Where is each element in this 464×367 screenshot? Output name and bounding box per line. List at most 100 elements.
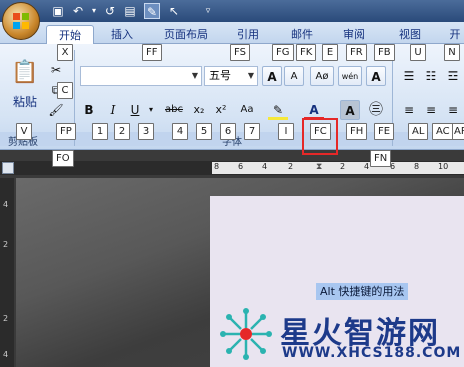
grow-font-button[interactable]: A bbox=[262, 66, 282, 86]
vertical-ruler[interactable]: 4 2 2 4 bbox=[0, 178, 14, 367]
tab-mailings[interactable]: 邮件 bbox=[284, 25, 320, 44]
keytip-i[interactable]: I bbox=[278, 123, 294, 140]
keytip-u[interactable]: U bbox=[410, 44, 426, 61]
phonetic-guide-button[interactable]: wén bbox=[338, 66, 362, 86]
chevron-down-icon: ▼ bbox=[247, 71, 254, 80]
keytip-fr[interactable]: FR bbox=[346, 44, 367, 61]
ruler-number: 4 bbox=[3, 350, 9, 359]
selected-text[interactable]: Alt 快捷键的用法 bbox=[316, 283, 409, 300]
chevron-down-icon: ▼ bbox=[191, 71, 198, 80]
tab-insert[interactable]: 插入 bbox=[104, 25, 140, 44]
paste-button[interactable]: 粘贴 bbox=[8, 92, 42, 112]
undo-icon[interactable]: ↶ bbox=[70, 3, 86, 19]
highlight-icon[interactable]: ✎ bbox=[268, 100, 288, 120]
ruler-number: 2 bbox=[288, 162, 294, 171]
draw-icon[interactable]: ✎ bbox=[144, 3, 160, 19]
tab-developer[interactable]: 开 bbox=[446, 25, 464, 44]
subscript-button[interactable]: x₂ bbox=[190, 100, 208, 120]
clear-format-button[interactable]: Aø bbox=[310, 66, 334, 86]
keytip-fh[interactable]: FH bbox=[346, 123, 368, 140]
watermark-logo-icon bbox=[220, 308, 272, 360]
horizontal-ruler[interactable]: 8 6 4 2 ⧗ 2 4 6 8 10 bbox=[212, 162, 464, 174]
keytip-6[interactable]: 6 bbox=[220, 123, 236, 140]
multilevel-list-icon[interactable]: ☲ bbox=[444, 66, 462, 86]
ruler-number: 4 bbox=[3, 200, 9, 209]
enclose-char-icon[interactable]: ㊂ bbox=[366, 100, 386, 120]
bullets-icon[interactable]: ☰ bbox=[400, 66, 418, 86]
numbering-icon[interactable]: ☷ bbox=[422, 66, 440, 86]
keytip-v[interactable]: V bbox=[16, 123, 32, 140]
ruler-number: 4 bbox=[364, 162, 370, 171]
tab-view[interactable]: 视图 bbox=[392, 25, 428, 44]
title-bar: ▣ ↶ ▾ ↺ ▤ ✎ ↖ ▿ bbox=[0, 0, 464, 22]
indent-marker-icon[interactable]: ⧗ bbox=[316, 162, 322, 172]
ruler-number: 2 bbox=[340, 162, 346, 171]
font-name-combo[interactable]: ▼ bbox=[80, 66, 202, 86]
keytip-fo[interactable]: FO bbox=[52, 150, 74, 167]
keytip-fs[interactable]: FS bbox=[230, 44, 250, 61]
ribbon-tab-row: 开始 插入 页面布局 引用 邮件 审阅 视图 开 bbox=[0, 22, 464, 44]
change-case-button[interactable]: Aa bbox=[236, 100, 258, 120]
ruler-number: 2 bbox=[3, 314, 9, 323]
tab-home[interactable]: 开始 bbox=[46, 25, 94, 44]
cut-icon[interactable]: ✂ bbox=[48, 60, 64, 80]
keytip-7[interactable]: 7 bbox=[244, 123, 260, 140]
undo-dropdown-icon[interactable]: ▾ bbox=[86, 3, 102, 19]
align-center-icon[interactable]: ≡ bbox=[422, 100, 440, 120]
save-icon[interactable]: ▣ bbox=[50, 3, 66, 19]
font-size-combo[interactable]: 五号 ▼ bbox=[204, 66, 258, 86]
ruler-number: 8 bbox=[414, 162, 420, 171]
tab-review[interactable]: 审阅 bbox=[336, 25, 372, 44]
ruler-number: 4 bbox=[262, 162, 268, 171]
keytip-4[interactable]: 4 bbox=[172, 123, 188, 140]
ruler-number: 10 bbox=[438, 162, 449, 171]
keytip-3[interactable]: 3 bbox=[138, 123, 154, 140]
keytip-n[interactable]: N bbox=[444, 44, 460, 61]
ruler-number: 8 bbox=[214, 162, 220, 171]
ruler-number: 6 bbox=[238, 162, 244, 171]
keytip-ar[interactable]: AR bbox=[452, 123, 464, 140]
paste-icon[interactable]: 📋 bbox=[10, 56, 40, 90]
align-right-icon[interactable]: ≡ bbox=[444, 100, 462, 120]
keytip-ff[interactable]: FF bbox=[142, 44, 162, 61]
strikethrough-button[interactable]: abc bbox=[162, 100, 186, 120]
keytip-e[interactable]: E bbox=[322, 44, 338, 61]
underline-button[interactable]: U bbox=[126, 100, 144, 120]
keytip-fp[interactable]: FP bbox=[56, 123, 76, 140]
keytip-fb[interactable]: FB bbox=[374, 44, 395, 61]
watermark-url: WWW.XHCS188.COM bbox=[282, 345, 462, 361]
keytip-ac[interactable]: AC bbox=[432, 123, 454, 140]
keytip-c[interactable]: C bbox=[57, 82, 73, 99]
font-size-value: 五号 bbox=[209, 69, 231, 82]
customize-qat-icon[interactable]: ▿ bbox=[200, 3, 216, 19]
shrink-font-button[interactable]: A bbox=[284, 66, 304, 86]
align-left-icon[interactable]: ≡ bbox=[400, 100, 418, 120]
keytip-2[interactable]: 2 bbox=[114, 123, 130, 140]
keytip-fe[interactable]: FE bbox=[374, 123, 395, 140]
tab-selector-icon[interactable] bbox=[2, 162, 14, 174]
print-preview-icon[interactable]: ▤ bbox=[122, 3, 138, 19]
tab-references[interactable]: 引用 bbox=[230, 25, 266, 44]
keytip-1[interactable]: 1 bbox=[92, 123, 108, 140]
superscript-button[interactable]: x² bbox=[212, 100, 230, 120]
keytip-fg[interactable]: FG bbox=[272, 44, 294, 61]
office-button[interactable] bbox=[2, 2, 40, 40]
format-painter-icon[interactable]: 🖌 bbox=[48, 100, 64, 120]
redo-icon[interactable]: ↺ bbox=[102, 3, 118, 19]
keytip-fk[interactable]: FK bbox=[296, 44, 317, 61]
keytip-al[interactable]: AL bbox=[408, 123, 429, 140]
highlight-box bbox=[302, 118, 338, 155]
bold-button[interactable]: B bbox=[80, 100, 98, 120]
char-border-button[interactable]: A bbox=[366, 66, 386, 86]
font-color-button[interactable]: A bbox=[304, 100, 324, 120]
tab-page-layout[interactable]: 页面布局 bbox=[156, 25, 216, 44]
keytip-5[interactable]: 5 bbox=[196, 123, 212, 140]
chevron-down-icon[interactable]: ▾ bbox=[146, 100, 156, 120]
office-logo-icon bbox=[13, 13, 29, 29]
pointer-icon[interactable]: ↖ bbox=[166, 3, 182, 19]
keytip-x[interactable]: X bbox=[57, 44, 73, 61]
ruler-number: 2 bbox=[3, 240, 9, 249]
italic-button[interactable]: I bbox=[104, 100, 122, 120]
keytip-fn[interactable]: FN bbox=[370, 150, 392, 167]
char-shading-button[interactable]: A bbox=[340, 100, 360, 120]
